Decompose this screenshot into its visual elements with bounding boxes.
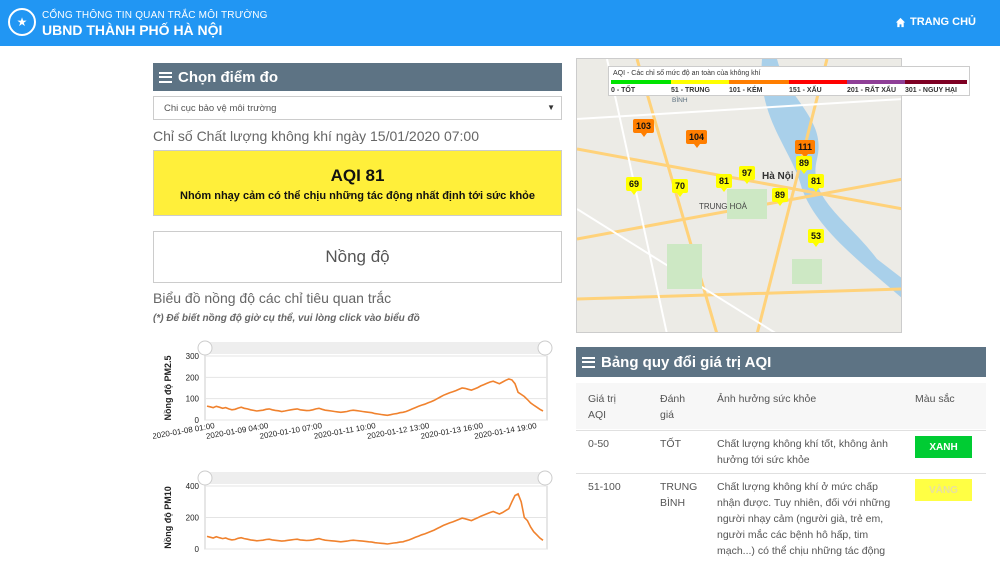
chart-note: (*) Để biết nồng độ giờ cụ thể, vui lòng… xyxy=(153,313,420,324)
top-navbar: ★ CỔNG THÔNG TIN QUAN TRẮC MÔI TRƯỜNG UB… xyxy=(0,0,1000,46)
map-place-binh: BÌNH xyxy=(672,97,688,104)
portal-title[interactable]: CỔNG THÔNG TIN QUAN TRẮC MÔI TRƯỜNG xyxy=(42,10,268,21)
row-range: 0-50 xyxy=(588,438,610,450)
aqi-table-title: Bảng quy đổi giá trị AQI xyxy=(601,353,772,371)
legend-swatch xyxy=(789,80,847,84)
aqi-date-label: Chỉ số Chất lượng không khí ngày 15/01/2… xyxy=(153,128,479,144)
x-tick-label: 2020-01-14 19:00 xyxy=(474,421,538,441)
legend-label: 201 - RẤT XẤU xyxy=(847,87,897,94)
city-emblem-icon[interactable]: ★ xyxy=(8,8,36,36)
legend-swatch xyxy=(847,80,905,84)
legend-swatch xyxy=(905,80,967,84)
map-marker[interactable]: 104 xyxy=(686,130,708,148)
y-tick-label: 200 xyxy=(186,514,200,523)
legend-swatch xyxy=(729,80,789,84)
y-tick-label: 100 xyxy=(186,395,200,404)
map-marker[interactable]: 103 xyxy=(633,119,655,137)
table-header-row: Giá trị AQI Đánh giá Ảnh hưởng sức khỏe … xyxy=(576,383,986,429)
legend-title: AQI - Các chỉ số mức độ an toàn của khôn… xyxy=(613,70,761,77)
series-line xyxy=(206,378,544,417)
map-place-trunghoa: TRUNG HOÀ xyxy=(699,202,747,211)
aqi-box: AQI 81 Nhóm nhạy cảm có thể chịu những t… xyxy=(153,150,562,216)
y-tick-label: 0 xyxy=(195,545,200,554)
legend-label: 0 - TỐT xyxy=(611,87,636,94)
map-marker[interactable]: 89 xyxy=(796,156,813,174)
caret-down-icon: ▼ xyxy=(547,103,555,112)
slider-handle[interactable] xyxy=(537,470,553,486)
map-marker[interactable]: 111 xyxy=(795,140,816,158)
aqi-map-legend: AQI - Các chỉ số mức độ an toàn của khôn… xyxy=(608,66,970,96)
pm25-chart[interactable]: 0100200300Nồng độ PM2.52020-01-08 01:002… xyxy=(153,336,563,454)
aqi-value: AQI 81 xyxy=(330,166,385,185)
col-header-rating: Đánh giá xyxy=(660,393,686,421)
home-icon xyxy=(895,17,906,27)
y-axis-label: Nồng độ PM10 xyxy=(163,486,173,549)
color-badge: VÀNG xyxy=(915,479,972,501)
station-section-title: Chọn điểm đo xyxy=(178,68,278,86)
map-marker[interactable]: 53 xyxy=(808,229,825,247)
home-label: TRANG CHỦ xyxy=(910,16,976,28)
row-rating: TRUNG BÌNH xyxy=(660,481,698,509)
slider-handle[interactable] xyxy=(197,470,213,486)
color-badge: XANH xyxy=(915,436,972,458)
map-place-hanoi: Hà Nội xyxy=(762,171,794,182)
map-marker[interactable]: 97 xyxy=(739,166,756,184)
map-marker[interactable]: 81 xyxy=(716,174,733,192)
y-axis-label: Nồng độ PM2.5 xyxy=(163,356,173,421)
col-header-value: Giá trị AQI xyxy=(588,393,617,421)
aqi-table-header: Bảng quy đổi giá trị AQI xyxy=(576,347,986,377)
row-effect: Chất lượng không khí ở mức chấp nhận đượ… xyxy=(717,481,891,557)
menu-icon xyxy=(582,356,595,368)
concentration-box[interactable]: Nồng độ xyxy=(153,231,562,283)
concentration-title: Nồng độ xyxy=(325,247,390,266)
legend-label: 301 - NGUY HẠI xyxy=(905,87,957,94)
legend-label: 51 - TRUNG xyxy=(671,87,710,94)
row-range: 51-100 xyxy=(588,481,621,493)
map-marker[interactable]: 89 xyxy=(772,188,789,206)
col-header-effect: Ảnh hưởng sức khỏe xyxy=(717,393,817,405)
pm10-chart[interactable]: 0 200 400 Nồng độ PM10 xyxy=(153,466,563,554)
aqi-map[interactable]: BÌNH Hà Nội TRUNG HOÀ 103 104 111 89 97 … xyxy=(576,58,902,333)
map-marker[interactable]: 81 xyxy=(808,174,825,192)
aqi-description: Nhóm nhạy cảm có thể chịu những tác động… xyxy=(180,190,535,202)
chart-section-title: Biểu đồ nồng độ các chỉ tiêu quan trắc xyxy=(153,290,392,306)
y-tick-label: 300 xyxy=(186,352,200,361)
home-link[interactable]: TRANG CHỦ xyxy=(895,16,976,28)
slider-handle[interactable] xyxy=(197,340,213,356)
table-row: 0-50 TỐT Chất lượng không khí tốt, không… xyxy=(576,430,986,473)
y-tick-label: 400 xyxy=(186,482,200,491)
map-marker[interactable]: 70 xyxy=(672,179,689,197)
menu-icon xyxy=(159,71,172,83)
row-effect: Chất lượng không khí tốt, không ảnh hưởn… xyxy=(717,438,888,466)
station-selected-value: Chi cục bảo vệ môi trường xyxy=(164,103,277,114)
zoom-slider-track xyxy=(203,472,547,484)
row-rating: TỐT xyxy=(660,438,681,450)
legend-swatch xyxy=(671,80,729,84)
series-line xyxy=(206,492,544,545)
col-header-color: Màu sắc xyxy=(915,393,955,405)
map-marker[interactable]: 69 xyxy=(626,177,643,195)
zoom-slider-track xyxy=(203,342,547,354)
city-title[interactable]: UBND THÀNH PHỐ HÀ NỘI xyxy=(42,22,222,38)
y-tick-label: 200 xyxy=(186,373,200,382)
map-background xyxy=(577,59,901,332)
station-select[interactable]: Chi cục bảo vệ môi trường ▼ xyxy=(153,96,562,120)
legend-swatch xyxy=(611,80,671,84)
table-row: 51-100 TRUNG BÌNH Chất lượng không khí ở… xyxy=(576,473,986,563)
slider-handle[interactable] xyxy=(537,340,553,356)
legend-label: 151 - XẤU xyxy=(789,87,822,94)
station-panel-header: Chọn điểm đo xyxy=(153,63,562,91)
legend-label: 101 - KÉM xyxy=(729,87,763,94)
